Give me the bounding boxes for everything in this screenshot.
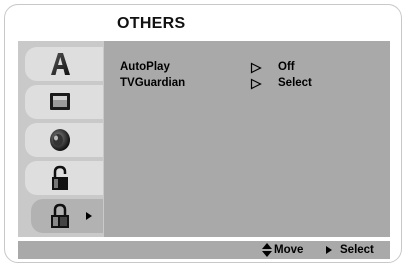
- select-arrow-icon: [326, 246, 332, 254]
- setting-value: Off: [278, 61, 295, 73]
- help-bar: Move Select: [18, 241, 390, 259]
- setting-value: Select: [278, 77, 312, 89]
- settings-panel: AutoPlay Off TVGuardian Select: [104, 41, 390, 237]
- speaker-icon: [45, 126, 75, 154]
- tab-display[interactable]: [25, 85, 103, 119]
- tv-screen-icon: [45, 88, 75, 116]
- select-hint: Select: [340, 244, 374, 256]
- tab-language[interactable]: [25, 47, 103, 81]
- tab-audio[interactable]: [25, 123, 103, 157]
- pointer-triangle-icon: [250, 62, 262, 74]
- others-padlock-icon: [45, 202, 75, 230]
- move-hint: Move: [274, 244, 304, 256]
- selected-arrow-icon: [86, 212, 92, 220]
- tab-others[interactable]: [31, 199, 103, 233]
- up-down-arrows-icon: [262, 243, 272, 257]
- page-title: OTHERS: [117, 15, 186, 32]
- pointer-triangle-icon: [250, 78, 262, 90]
- setting-label: TVGuardian: [120, 77, 186, 89]
- menu-window: OTHERS AutoPlay Off TVGuardian Select Mo…: [4, 4, 402, 263]
- setting-label: AutoPlay: [120, 61, 170, 73]
- category-sidebar: [18, 41, 104, 237]
- letter-a-icon: [45, 50, 75, 78]
- tab-lock[interactable]: [25, 161, 103, 195]
- padlock-icon: [45, 164, 75, 192]
